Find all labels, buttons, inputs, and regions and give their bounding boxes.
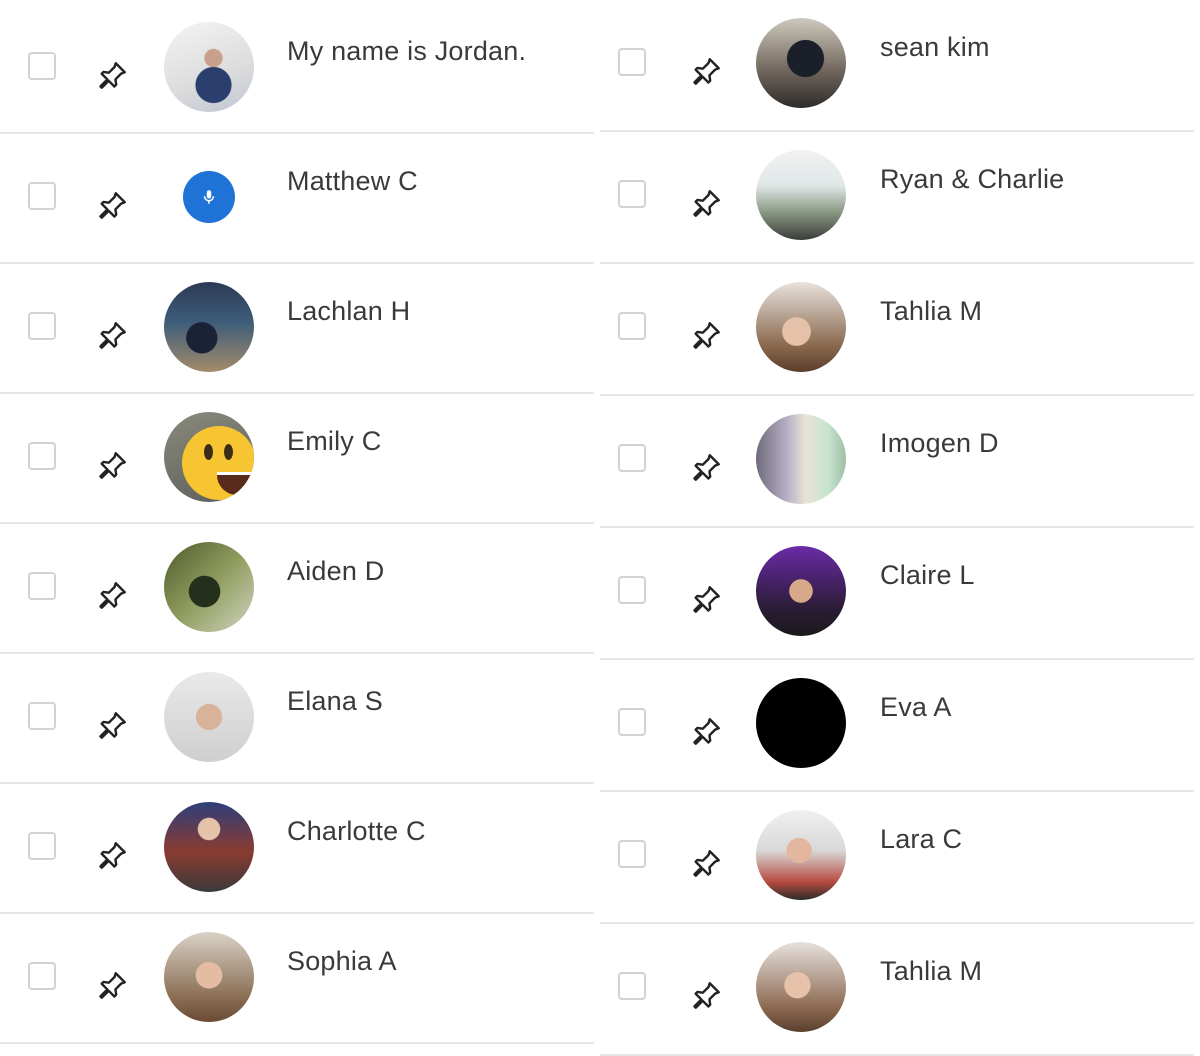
select-checkbox[interactable]: [618, 840, 646, 868]
participant-name: sean kim: [880, 32, 990, 62]
participant-row: Matthew C: [0, 134, 594, 264]
participant-name: Eva A: [880, 692, 952, 722]
pin-icon[interactable]: [688, 450, 724, 486]
avatar: [164, 802, 254, 892]
participant-grid: My name is Jordan. Matthew C Lachlan H E…: [0, 0, 1200, 1056]
participant-row: Ryan & Charlie: [600, 132, 1194, 264]
avatar: [756, 546, 846, 636]
select-checkbox[interactable]: [28, 832, 56, 860]
pin-icon[interactable]: [94, 448, 130, 484]
participant-row: Tahlia M: [600, 924, 1194, 1056]
pin-icon[interactable]: [94, 708, 130, 744]
participant-row: sean kim: [600, 0, 1194, 132]
participant-name: Tahlia M: [880, 296, 983, 326]
pin-icon[interactable]: [94, 578, 130, 614]
select-checkbox[interactable]: [618, 972, 646, 1000]
select-checkbox[interactable]: [28, 702, 56, 730]
select-checkbox[interactable]: [618, 48, 646, 76]
avatar: [164, 932, 254, 1022]
pin-icon[interactable]: [94, 318, 130, 354]
participant-name: Claire L: [880, 560, 975, 590]
microphone-icon: [183, 171, 235, 223]
participant-name: Lara C: [880, 824, 963, 854]
participant-name: Sophia A: [287, 946, 397, 976]
participant-column-left: My name is Jordan. Matthew C Lachlan H E…: [0, 0, 594, 1056]
avatar: [756, 150, 846, 240]
participant-row: Elana S: [0, 654, 594, 784]
avatar: [756, 810, 846, 900]
pin-icon[interactable]: [688, 318, 724, 354]
avatar: [164, 282, 254, 372]
participant-row: Tahlia M: [600, 264, 1194, 396]
select-checkbox[interactable]: [28, 312, 56, 340]
avatar: [756, 678, 846, 768]
select-checkbox[interactable]: [618, 444, 646, 472]
avatar: [164, 542, 254, 632]
select-checkbox[interactable]: [28, 52, 56, 80]
pin-icon[interactable]: [94, 968, 130, 1004]
participant-row: Imogen D: [600, 396, 1194, 528]
participant-name: Matthew C: [287, 166, 418, 196]
pin-icon[interactable]: [688, 714, 724, 750]
participant-row: Sophia A: [0, 914, 594, 1044]
avatar: [756, 942, 846, 1032]
avatar: [164, 152, 254, 242]
participant-row: Eva A: [600, 660, 1194, 792]
participant-name: Charlotte C: [287, 816, 426, 846]
pin-icon[interactable]: [688, 582, 724, 618]
select-checkbox[interactable]: [28, 962, 56, 990]
select-checkbox[interactable]: [618, 312, 646, 340]
participant-row: Emily C: [0, 394, 594, 524]
pin-icon[interactable]: [688, 186, 724, 222]
select-checkbox[interactable]: [618, 576, 646, 604]
participant-row: Charlotte C: [0, 784, 594, 914]
select-checkbox[interactable]: [618, 180, 646, 208]
participant-row: Aiden D: [0, 524, 594, 654]
participant-column-right: sean kim Ryan & Charlie Tahlia M Imogen …: [600, 0, 1194, 1056]
participant-row: Lachlan H: [0, 264, 594, 394]
participant-name: Emily C: [287, 426, 382, 456]
select-checkbox[interactable]: [28, 182, 56, 210]
pin-icon[interactable]: [688, 846, 724, 882]
participant-name: Aiden D: [287, 556, 385, 586]
participant-name: Lachlan H: [287, 296, 411, 326]
participant-row: Claire L: [600, 528, 1194, 660]
participant-name: Elana S: [287, 686, 383, 716]
participant-name: My name is Jordan.: [287, 36, 527, 66]
pin-icon[interactable]: [94, 838, 130, 874]
pin-icon[interactable]: [94, 188, 130, 224]
select-checkbox[interactable]: [618, 708, 646, 736]
grinning-face-icon: [182, 426, 254, 500]
avatar: [164, 412, 254, 502]
select-checkbox[interactable]: [28, 572, 56, 600]
avatar: [756, 18, 846, 108]
participant-row: Lara C: [600, 792, 1194, 924]
participant-name: Tahlia M: [880, 956, 983, 986]
avatar: [164, 672, 254, 762]
pin-icon[interactable]: [94, 58, 130, 94]
pin-icon[interactable]: [688, 978, 724, 1014]
avatar: [164, 22, 254, 112]
select-checkbox[interactable]: [28, 442, 56, 470]
avatar: [756, 282, 846, 372]
avatar: [756, 414, 846, 504]
participant-row: My name is Jordan.: [0, 4, 594, 134]
participant-name: Ryan & Charlie: [880, 164, 1065, 194]
participant-name: Imogen D: [880, 428, 999, 458]
pin-icon[interactable]: [688, 54, 724, 90]
